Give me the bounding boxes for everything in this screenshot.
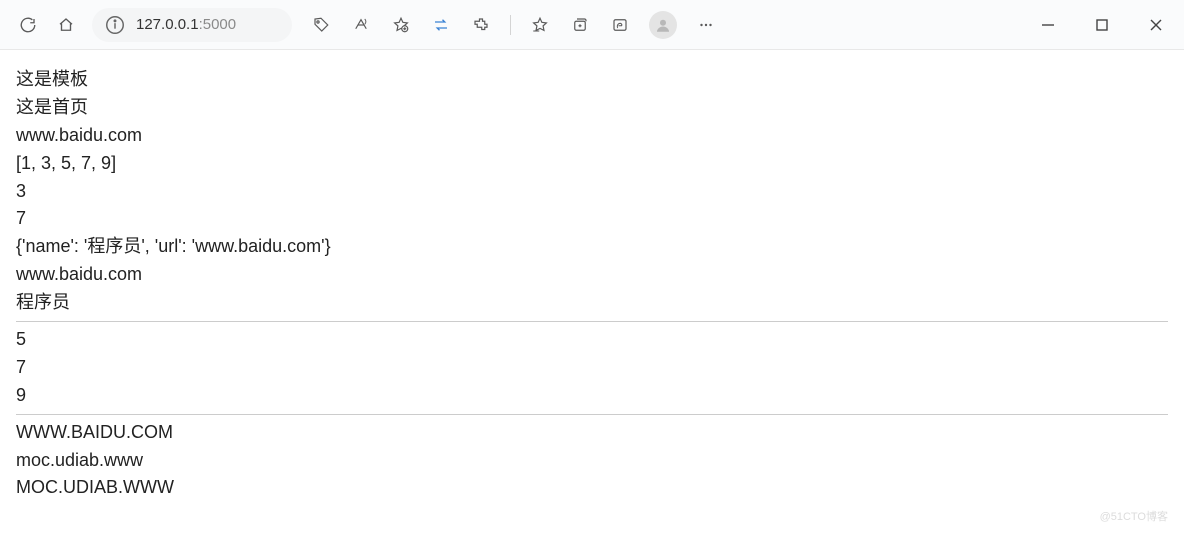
content-line: {'name': '程序员', 'url': 'www.baidu.com'} [16,233,1168,261]
more-menu-icon[interactable] [695,14,717,36]
content-line: [1, 3, 5, 7, 9] [16,150,1168,178]
profile-button[interactable] [649,11,677,39]
content-line: www.baidu.com [16,122,1168,150]
collections-icon[interactable] [569,14,591,36]
address-text: 127.0.0.1:5000 [136,16,244,33]
content-line: 这是首页 [16,94,1168,122]
content-line: www.baidu.com [16,261,1168,289]
ie-mode-icon[interactable] [609,14,631,36]
extensions-icon[interactable] [470,14,492,36]
divider-line [16,321,1168,322]
content-line: 7 [16,205,1168,233]
content-line: 3 [16,178,1168,206]
content-line: 7 [16,354,1168,382]
content-line: 5 [16,326,1168,354]
content-line: MOC.UDIAB.WWW [16,474,1168,502]
address-bar[interactable]: 127.0.0.1:5000 [92,8,292,42]
price-tag-icon[interactable] [310,14,332,36]
favorites-star-icon[interactable] [390,14,412,36]
info-icon[interactable] [104,14,126,36]
divider-line [16,414,1168,415]
address-port: :5000 [199,16,237,33]
close-button[interactable] [1144,13,1168,37]
address-host: 127.0.0.1 [136,16,199,33]
toolbar-icons-group [310,11,717,39]
read-aloud-icon[interactable] [350,14,372,36]
watermark: @51CTO博客 [1100,508,1168,524]
home-button[interactable] [54,13,78,37]
toolbar-divider [510,15,511,35]
minimize-button[interactable] [1036,13,1060,37]
content-line: moc.udiab.www [16,447,1168,475]
content-line: WWW.BAIDU.COM [16,419,1168,447]
content-line: 程序员 [16,289,1168,317]
sync-icon[interactable] [430,14,452,36]
browser-toolbar: 127.0.0.1:5000 [0,0,1184,50]
page-content: 这是模板 这是首页 www.baidu.com [1, 3, 5, 7, 9] … [0,50,1184,518]
refresh-button[interactable] [16,13,40,37]
favorites-icon[interactable] [529,14,551,36]
content-line: 这是模板 [16,66,1168,94]
window-controls [1036,13,1168,37]
content-line: 9 [16,382,1168,410]
maximize-button[interactable] [1090,13,1114,37]
